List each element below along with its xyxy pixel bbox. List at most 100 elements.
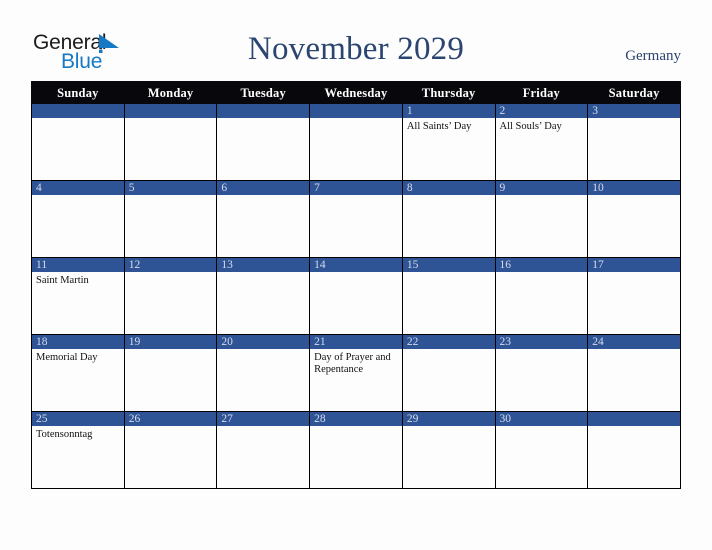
day-number-bar: 22: [402, 335, 495, 349]
day-number-bar: 8: [402, 181, 495, 195]
calendar-day-cell[interactable]: 26: [123, 411, 218, 489]
day-number: 15: [406, 259, 419, 271]
calendar-day-cell[interactable]: 13: [216, 257, 311, 335]
day-number-bar: 6: [217, 181, 310, 195]
day-number-bar: 1: [402, 104, 495, 118]
calendar-day-cell[interactable]: [587, 411, 681, 489]
day-number: 3: [592, 105, 598, 117]
calendar-day-cell[interactable]: 2 All Souls’ Day: [494, 103, 589, 181]
day-number: 30: [499, 413, 512, 425]
calendar-day-cell[interactable]: 20: [216, 334, 311, 412]
calendar-day-cell[interactable]: 19: [123, 334, 218, 412]
calendar-day-cell[interactable]: 6: [216, 180, 311, 258]
day-events: All Saints’ Day: [403, 118, 495, 133]
day-number: 16: [499, 259, 512, 271]
calendar-day-cell[interactable]: 28: [309, 411, 403, 489]
day-number-bar: 16: [495, 258, 588, 272]
calendar-day-cell[interactable]: 15: [401, 257, 496, 335]
day-events: [403, 426, 495, 429]
calendar-day-cell[interactable]: 24: [587, 334, 681, 412]
day-events: [125, 349, 217, 352]
calendar-day-cell[interactable]: 1 All Saints’ Day: [401, 103, 496, 181]
calendar-day-cell[interactable]: 25 Totensonntag: [31, 411, 125, 489]
calendar-day-cell[interactable]: [31, 103, 125, 181]
day-events: [310, 195, 402, 198]
day-number-bar: 13: [217, 258, 310, 272]
day-events: [217, 195, 309, 198]
calendar-day-cell[interactable]: 10: [587, 180, 681, 258]
weekday-header-tuesday: Tuesday: [216, 81, 311, 104]
calendar-day-cell[interactable]: 23: [494, 334, 589, 412]
calendar-day-cell[interactable]: 3: [587, 103, 681, 181]
day-number: 12: [128, 259, 141, 271]
day-number: 21: [314, 336, 326, 348]
day-number-bar: [310, 104, 402, 118]
day-number: 17: [592, 259, 604, 271]
calendar-day-cell[interactable]: 8: [401, 180, 496, 258]
day-events: [588, 118, 680, 121]
calendar-page: General Blue November 2029 Germany Sunda…: [0, 0, 712, 550]
calendar-day-cell[interactable]: [123, 103, 218, 181]
weekday-header-sunday: Sunday: [31, 81, 125, 104]
day-number-bar: 29: [402, 412, 495, 426]
calendar-day-cell[interactable]: 14: [309, 257, 403, 335]
calendar-week-row: 18 Memorial Day 19 20 21 Day of Prayer and Re…: [31, 334, 681, 412]
calendar-day-cell[interactable]: 9: [494, 180, 589, 258]
day-event-label: Day of Prayer and Repentance: [314, 352, 391, 375]
calendar-day-cell[interactable]: 7: [309, 180, 403, 258]
calendar-day-cell[interactable]: 17: [587, 257, 681, 335]
day-events: [217, 349, 309, 352]
calendar-day-cell[interactable]: 4: [31, 180, 125, 258]
day-event-label: All Saints’ Day: [406, 121, 472, 132]
calendar-day-cell[interactable]: 18 Memorial Day: [31, 334, 125, 412]
day-events: [125, 195, 217, 198]
day-number: 5: [128, 182, 135, 194]
day-number-bar: [32, 104, 124, 118]
calendar-week-row: 11 Saint Martin 12 13 14 15 16 17: [31, 257, 681, 335]
day-number-bar: [124, 104, 217, 118]
day-number-bar: 4: [32, 181, 124, 195]
day-events: Day of Prayer and Repentance: [310, 349, 402, 375]
day-number-bar: [217, 104, 310, 118]
day-number-bar: 10: [588, 181, 680, 195]
calendar-day-cell[interactable]: [216, 103, 311, 181]
day-number-bar: 21: [310, 335, 402, 349]
day-events: [32, 118, 124, 121]
day-events: [310, 426, 402, 429]
day-events: [403, 349, 495, 352]
day-number-bar: 17: [588, 258, 680, 272]
calendar-grid: Sunday Monday Tuesday Wednesday Thursday…: [31, 81, 681, 489]
calendar-day-cell[interactable]: 30: [494, 411, 589, 489]
page-title: November 2029: [247, 31, 465, 67]
weekday-header-saturday: Saturday: [587, 81, 681, 104]
day-number: 29: [406, 413, 419, 425]
calendar-day-cell[interactable]: 16: [494, 257, 589, 335]
calendar-day-cell[interactable]: 5: [123, 180, 218, 258]
day-number: 1: [406, 105, 413, 117]
day-events: [125, 118, 217, 121]
day-events: [217, 118, 309, 121]
calendar-day-cell[interactable]: 27: [216, 411, 311, 489]
day-event-label: Totensonntag: [36, 429, 93, 440]
calendar-day-cell[interactable]: 21 Day of Prayer and Repentance: [309, 334, 403, 412]
day-number: 19: [128, 336, 141, 348]
calendar-day-cell[interactable]: 12: [123, 257, 218, 335]
day-number-bar: 19: [124, 335, 217, 349]
day-number: 26: [128, 413, 141, 425]
calendar-day-cell[interactable]: 29: [401, 411, 496, 489]
region-label: Germany: [625, 48, 681, 64]
day-number-bar: 24: [588, 335, 680, 349]
day-number: 23: [499, 336, 512, 348]
day-number-bar: 5: [124, 181, 217, 195]
day-event-label: Saint Martin: [36, 275, 89, 286]
day-events: [588, 426, 680, 429]
calendar-day-cell[interactable]: 22: [401, 334, 496, 412]
day-events: [403, 195, 495, 198]
day-number: 14: [314, 259, 326, 271]
calendar-week-row: 1 All Saints’ Day 2 All Souls’ Day 3: [31, 103, 681, 181]
calendar-day-cell[interactable]: 11 Saint Martin: [31, 257, 125, 335]
day-events: Memorial Day: [32, 349, 124, 364]
calendar-day-cell[interactable]: [309, 103, 403, 181]
day-number: 6: [221, 182, 228, 194]
weekday-header-wednesday: Wednesday: [309, 81, 403, 104]
